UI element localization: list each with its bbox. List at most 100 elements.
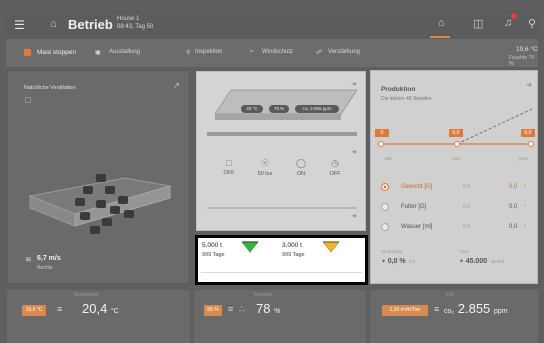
app-frame: ☰ ⌂ Betrieb House 1 08:43, Tag 50 ⌂ ◫ ♫ …	[0, 0, 544, 343]
ausstallung-button[interactable]: Ausstallung	[109, 49, 140, 55]
production-panel[interactable]: Produktion Die letzten 48 Stunden ➜ 0 0,…	[370, 70, 538, 284]
chicken-icon: ✦	[381, 259, 387, 265]
stop-button[interactable]: Mast stoppen	[37, 49, 76, 56]
silo-yellow-icon	[322, 241, 340, 253]
sensor-water[interactable]: ◯ ON	[289, 158, 313, 177]
active-tab-indicator	[430, 36, 450, 38]
row-value: 0,0	[509, 204, 518, 210]
house-illustration	[28, 174, 171, 234]
row-previous: 0,0	[463, 184, 470, 190]
sensor-value: OFF	[223, 170, 235, 176]
sensor-light[interactable]: ☉ 50 lux	[253, 158, 277, 177]
clock-icon: ◷	[331, 158, 339, 168]
chart-tick: -48h	[383, 156, 393, 161]
silo-amount: 3,000 t	[282, 242, 302, 249]
divider	[201, 272, 362, 273]
action-bar: Mast stoppen ▣ Ausstallung ⚲ Inspektion …	[6, 39, 538, 67]
humidity-tile[interactable]: Feuchte 85 % ≡ ∴ 78 %	[194, 290, 366, 343]
chart-tick: -24h	[451, 156, 461, 161]
chart-marker: 0,0	[521, 129, 535, 137]
mortality-label: Verlustrate	[381, 249, 403, 254]
mortality-stat[interactable]: ✦ 0,0 % 0,0	[381, 258, 415, 265]
hum-unit: %	[274, 308, 281, 315]
panel-title: Natürliche Ventilation	[24, 85, 76, 91]
tile-label: CO₂	[446, 292, 456, 298]
search-icon[interactable]: ⚲	[528, 17, 536, 30]
row-value: 0,0	[509, 184, 518, 190]
expand-icon[interactable]: ➜	[526, 81, 532, 89]
wind-direction: Rechts	[37, 265, 53, 271]
chevron-right-icon: ›	[524, 223, 526, 229]
outside-temp: 19,6 °C	[516, 46, 538, 53]
house-status-panel[interactable]: ➜ 20 °C 78 % co₂ 2.855 ppm ➜ □ OFF ☉ 50 …	[196, 71, 366, 231]
clipboard-icon[interactable]: ◫	[473, 17, 483, 30]
expand-icon[interactable]: ➜	[351, 212, 357, 220]
divider	[207, 207, 357, 209]
inspektion-button[interactable]: Inspektion	[195, 49, 222, 55]
windschutz-button[interactable]: Windschutz	[262, 49, 293, 55]
sensor-value: OFF	[329, 171, 341, 177]
animals-small: 45.000	[490, 259, 505, 264]
thermometer-icon: ≡	[434, 304, 440, 314]
target-badge: 1,20 m³/h/Tier	[382, 305, 428, 316]
production-chart	[378, 108, 534, 147]
hamburger-icon[interactable]: ☰	[14, 18, 25, 32]
sensor-value: ON	[296, 171, 306, 177]
animals-stat[interactable]: ✦ 45.000 45.000	[459, 258, 504, 265]
mortality-small: 0,0	[408, 259, 416, 264]
stop-icon[interactable]	[24, 49, 31, 56]
chart-marker: 0	[375, 129, 389, 137]
humidity-value: 78 %	[256, 301, 280, 316]
silo-stock-card[interactable]: 5,000 t 999 Tage 3,000 t 999 Tage	[195, 235, 368, 285]
notification-badge	[511, 13, 517, 19]
animals-label: Tiere	[459, 249, 470, 254]
co2-prefix: co₂	[444, 308, 455, 315]
chart-tick: jetzt	[519, 156, 528, 161]
home-icon[interactable]: ⌂	[438, 17, 445, 29]
sensor-value: 50 lux	[257, 171, 273, 177]
tile-label: Feuchte	[254, 292, 273, 298]
panel-title: Produktion	[381, 86, 416, 93]
divider	[207, 132, 357, 136]
radio-button[interactable]	[381, 203, 389, 211]
door-icon: □	[25, 95, 31, 105]
radio-button[interactable]	[381, 183, 389, 191]
production-row-wasser[interactable]: Wasser [ml] 0,0 0,0 ›	[381, 221, 531, 235]
tile-label: Temperatur	[73, 292, 99, 298]
hum-number: 78	[256, 301, 271, 316]
temp-label: 20 °C	[241, 105, 263, 113]
silo-days: 999 Tage	[202, 252, 225, 258]
humidity-icon: ≡	[228, 304, 234, 314]
co2-number: 2.855	[457, 301, 491, 316]
row-previous: 0,0	[463, 224, 470, 230]
temperature-tile[interactable]: Temperatur 19,6 °C ≡ 20,4 °C	[7, 290, 190, 343]
chevron-right-icon: ›	[524, 203, 526, 209]
co2-unit: ppm	[493, 308, 508, 315]
silo-days: 999 Tage	[282, 252, 305, 258]
device-icon: □	[226, 158, 232, 168]
top-bar: ☰ ⌂ Betrieb House 1 08:43, Tag 50 ⌂ ◫ ♫ …	[6, 10, 538, 39]
mortality-value: 0,0 %	[387, 258, 406, 265]
row-label: Wasser [ml]	[401, 224, 433, 230]
target-badge: 19,6 °C	[22, 305, 46, 316]
home-icon[interactable]: ⌂	[50, 18, 57, 30]
ventilation-panel[interactable]: Natürliche Ventilation ↗ □ ≋ 6,7 m/s Rec…	[7, 70, 190, 284]
bell-icon[interactable]: ♫	[504, 17, 512, 29]
radio-button[interactable]	[381, 223, 389, 231]
target-badge: 85 %	[204, 305, 222, 316]
house-name: House 1	[117, 16, 140, 22]
expand-icon[interactable]: ➜	[351, 148, 357, 156]
expand-icon[interactable]: ↗	[173, 81, 180, 90]
drops-icon: ∴	[239, 304, 245, 314]
production-row-gewicht[interactable]: Gewicht [G] 0,0 0,0 ›	[381, 181, 531, 195]
sensor-clock[interactable]: ◷ OFF	[323, 158, 347, 177]
row-previous: 0,0	[463, 204, 470, 210]
page-title: Betrieb	[68, 17, 113, 32]
verstaerkung-button[interactable]: Verstärkung	[328, 49, 360, 55]
row-value: 0,0	[509, 224, 518, 230]
house-info[interactable]: House 1 08:43, Tag 50	[117, 15, 153, 31]
wind-icon: ≈	[250, 49, 254, 55]
sensor-device[interactable]: □ OFF	[217, 158, 241, 176]
co2-tile[interactable]: CO₂ 1,20 m³/h/Tier ≡ co₂ 2.855 ppm	[370, 290, 538, 343]
production-row-futter[interactable]: Futter [G] 0,0 0,0 ›	[381, 201, 531, 215]
